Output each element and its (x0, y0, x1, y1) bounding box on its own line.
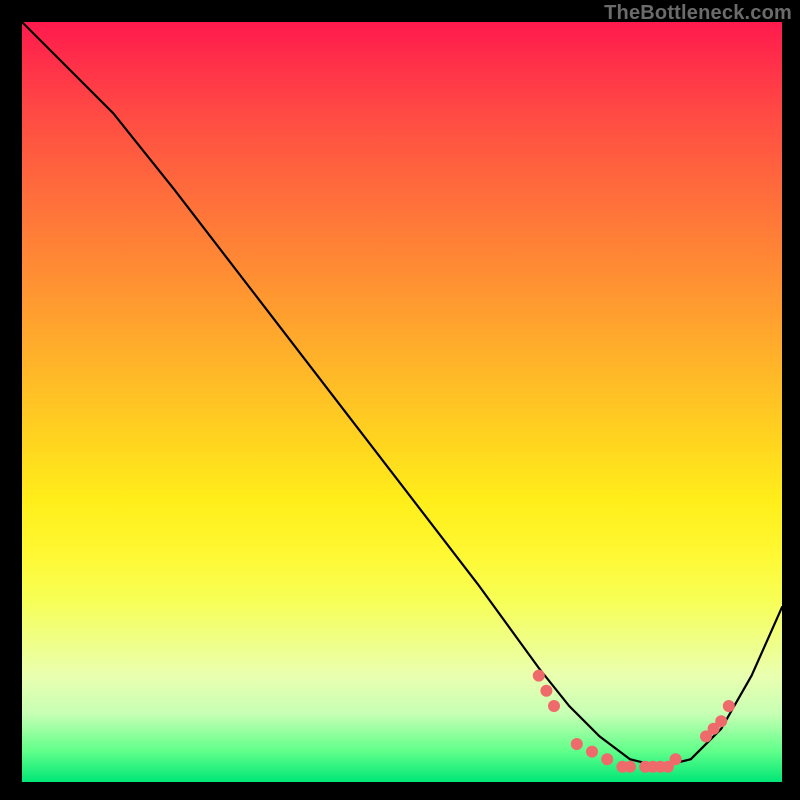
marker-group (533, 670, 735, 773)
marker-dot (654, 761, 666, 773)
marker-dot (548, 700, 560, 712)
marker-dot (708, 723, 720, 735)
marker-dot (571, 738, 583, 750)
watermark-text: TheBottleneck.com (604, 2, 792, 25)
marker-dot (601, 753, 613, 765)
marker-dot (616, 761, 628, 773)
marker-dot (540, 685, 552, 697)
marker-dot (624, 761, 636, 773)
chart-svg (22, 22, 782, 782)
marker-dot (670, 753, 682, 765)
marker-dot (586, 746, 598, 758)
chart-plot-area (22, 22, 782, 782)
marker-dot (723, 700, 735, 712)
marker-dot (700, 730, 712, 742)
marker-dot (639, 761, 651, 773)
chart-frame: TheBottleneck.com (0, 0, 800, 800)
marker-dot (715, 715, 727, 727)
curve-line (22, 22, 782, 767)
marker-dot (533, 670, 545, 682)
marker-dot (662, 761, 674, 773)
marker-dot (647, 761, 659, 773)
